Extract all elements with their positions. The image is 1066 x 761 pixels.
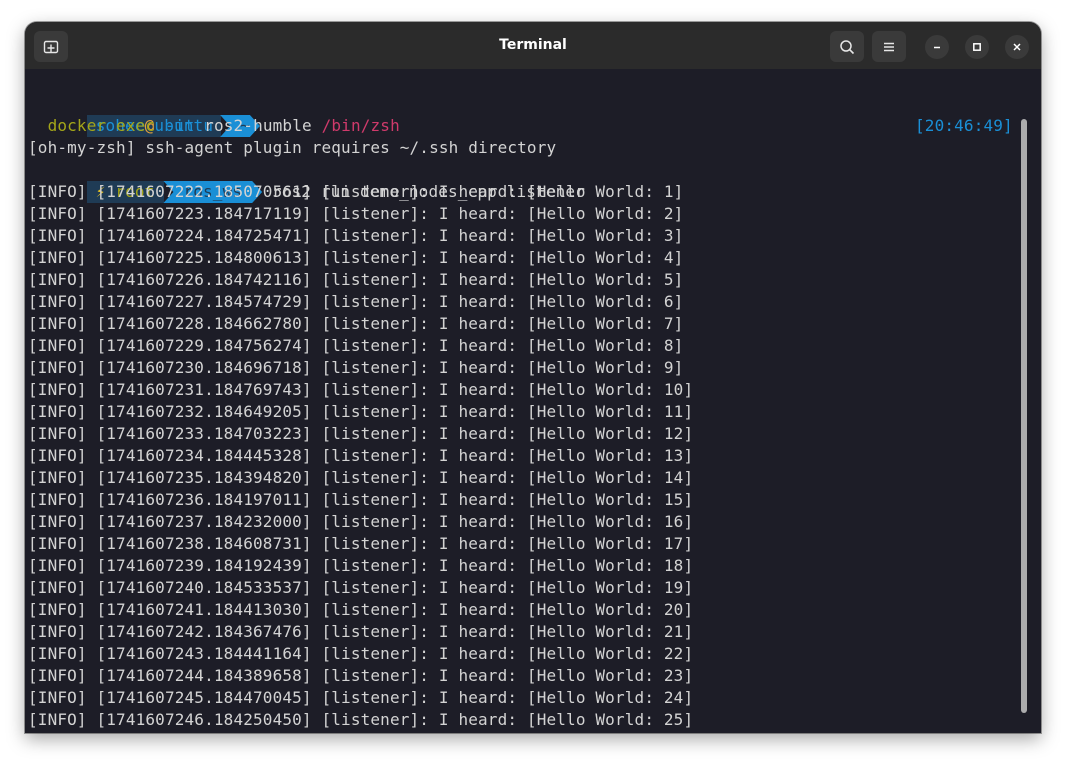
- search-button[interactable]: [830, 31, 864, 62]
- log-line: [INFO] [1741607232.184649205] [listener]…: [28, 402, 694, 421]
- menu-button[interactable]: [872, 31, 906, 62]
- log-line: [INFO] [1741607246.184250450] [listener]…: [28, 710, 694, 729]
- close-icon: [1013, 43, 1021, 51]
- log-line: [INFO] [1741607241.184413030] [listener]…: [28, 600, 694, 619]
- minimize-icon: [934, 46, 940, 49]
- log-line: [INFO] [1741607227.184574729] [listener]…: [28, 292, 684, 311]
- search-icon: [840, 39, 855, 54]
- log-line: [INFO] [1741607231.184769743] [listener]…: [28, 380, 694, 399]
- log-line: [INFO] [1741607230.184696718] [listener]…: [28, 358, 684, 377]
- prompt-line-1: sohee@ubuntu ~: [28, 93, 260, 137]
- hamburger-menu-icon: [884, 42, 894, 51]
- log-line: [INFO] [1741607234.184445328] [listener]…: [28, 446, 694, 465]
- log-line: [INFO] [1741607238.184608731] [listener]…: [28, 534, 694, 553]
- cmd-docker: docker: [47, 116, 107, 135]
- log-line: [INFO] [1741607226.184742116] [listener]…: [28, 270, 684, 289]
- command-line-1: docker exec -it ros2-humble /bin/zsh: [28, 115, 400, 137]
- prompt-line-2: ⚡ root ros_ws ros2 run demo_nodes_cpp lis…: [28, 159, 585, 203]
- log-line: [INFO] [1741607240.184533537] [listener]…: [28, 578, 694, 597]
- terminal-output[interactable]: sohee@ubuntu ~ docker exec -it ros2-humbl…: [25, 69, 1030, 733]
- log-line: [INFO] [1741607233.184703223] [listener]…: [28, 424, 694, 443]
- oh-my-zsh-notice: [oh-my-zsh] ssh-agent plugin requires ~/…: [28, 138, 557, 157]
- log-line: [INFO] [1741607239.184192439] [listener]…: [28, 556, 694, 575]
- title-bar: Terminal: [25, 22, 1041, 69]
- log-line: [INFO] [1741607244.184389658] [listener]…: [28, 666, 694, 685]
- log-line: [INFO] [1741607242.184367476] [listener]…: [28, 622, 694, 641]
- minimize-button[interactable]: [925, 35, 949, 59]
- new-tab-icon: [43, 40, 59, 53]
- maximize-icon: [973, 43, 981, 51]
- log-line: [INFO] [1741607243.184441164] [listener]…: [28, 644, 694, 663]
- log-line: [INFO] [1741607222.185070561] [listener]…: [28, 182, 684, 201]
- log-line: [INFO] [1741607229.184756274] [listener]…: [28, 336, 684, 355]
- cmd-flag: -it: [165, 116, 195, 135]
- cmd-shell: /bin/zsh: [321, 116, 400, 135]
- log-line: [INFO] [1741607224.184725471] [listener]…: [28, 226, 684, 245]
- log-line: [INFO] [1741607223.184717119] [listener]…: [28, 204, 684, 223]
- log-line: [INFO] [1741607245.184470045] [listener]…: [28, 688, 694, 707]
- log-line: [INFO] [1741607237.184232000] [listener]…: [28, 512, 694, 531]
- new-tab-button[interactable]: [34, 31, 68, 62]
- terminal-window: Terminal sohee@ubuntu ~ docker exec -it …: [25, 22, 1041, 733]
- maximize-button[interactable]: [965, 35, 989, 59]
- cmd-container: ros2-humble: [204, 116, 312, 135]
- close-button[interactable]: [1005, 35, 1029, 59]
- log-line: [INFO] [1741607225.184800613] [listener]…: [28, 248, 684, 267]
- prompt-time: [20:46:49]: [915, 116, 1013, 135]
- scrollbar[interactable]: [1021, 119, 1027, 713]
- log-line: [INFO] [1741607228.184662780] [listener]…: [28, 314, 684, 333]
- log-line: [INFO] [1741607235.184394820] [listener]…: [28, 468, 694, 487]
- log-line: [INFO] [1741607236.184197011] [listener]…: [28, 490, 694, 509]
- cmd-exec: exec: [116, 116, 156, 135]
- right-prompt-time: [20:46:49]: [915, 115, 1013, 137]
